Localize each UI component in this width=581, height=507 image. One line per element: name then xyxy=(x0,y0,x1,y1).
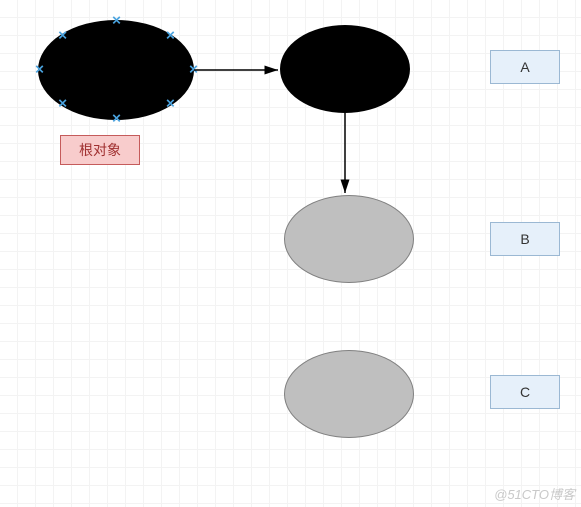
selection-handle: ✕ xyxy=(112,115,121,124)
label-a-text: A xyxy=(520,59,529,75)
node-root-label[interactable]: 根对象 xyxy=(60,135,140,165)
label-box-b[interactable]: B xyxy=(490,222,560,256)
node-root[interactable]: ✕ ✕ ✕ ✕ ✕ ✕ ✕ ✕ xyxy=(38,20,194,120)
selection-handle: ✕ xyxy=(189,66,198,75)
root-label-text: 根对象 xyxy=(79,140,121,160)
node-b[interactable] xyxy=(284,195,414,283)
selection-handle: ✕ xyxy=(58,100,67,109)
node-a[interactable] xyxy=(280,25,410,113)
diagram-canvas[interactable]: ✕ ✕ ✕ ✕ ✕ ✕ ✕ ✕ 根对象 A B C @51CTO博客 xyxy=(0,0,581,507)
selection-handle: ✕ xyxy=(165,31,174,40)
label-box-c[interactable]: C xyxy=(490,375,560,409)
watermark: @51CTO博客 xyxy=(494,484,575,503)
label-c-text: C xyxy=(520,384,530,400)
label-b-text: B xyxy=(520,231,529,247)
node-c[interactable] xyxy=(284,350,414,438)
selection-handle: ✕ xyxy=(35,66,44,75)
label-box-a[interactable]: A xyxy=(490,50,560,84)
selection-handle: ✕ xyxy=(112,17,121,26)
selection-handle: ✕ xyxy=(58,31,67,40)
selection-handle: ✕ xyxy=(165,100,174,109)
